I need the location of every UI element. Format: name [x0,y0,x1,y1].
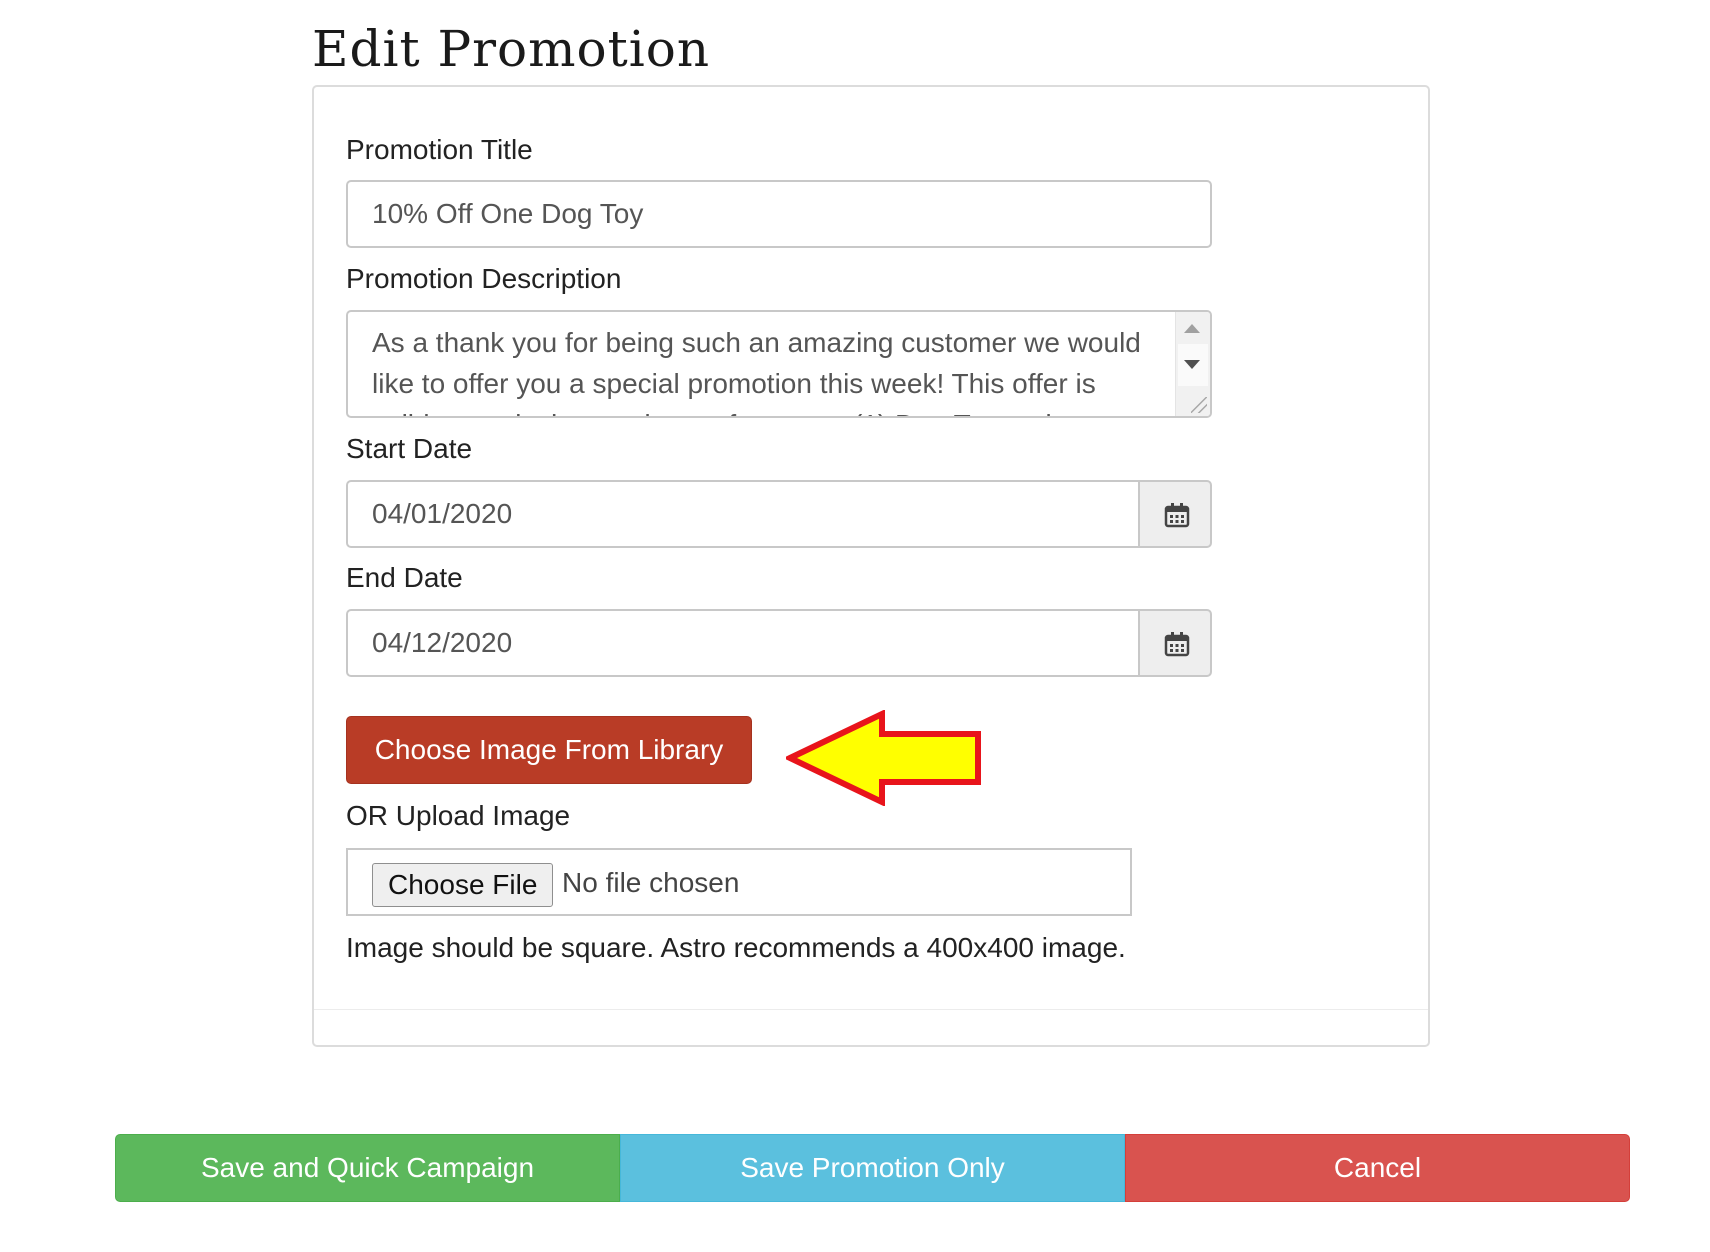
page-title: Edit Promotion [312,20,711,78]
promotion-title-input[interactable]: 10% Off One Dog Toy [346,180,1212,248]
file-upload-field[interactable]: Choose File No file chosen [346,848,1132,916]
file-status-text: No file chosen [562,867,740,898]
end-date-label: End Date [346,562,463,593]
cancel-button[interactable]: Cancel [1125,1134,1630,1202]
upload-image-label: OR Upload Image [346,800,571,831]
panel-divider [314,1009,1428,1010]
promotion-description-textarea[interactable]: As a thank you for being such an amazing… [346,310,1212,418]
resize-grip-icon[interactable] [1191,397,1207,413]
choose-image-from-library-button[interactable]: Choose Image From Library [346,716,752,784]
end-date-group: 04/12/2020 [346,609,1212,677]
arrow-left-icon [786,710,981,806]
save-promotion-only-button[interactable]: Save Promotion Only [620,1134,1125,1202]
calendar-icon [1164,632,1190,657]
end-date-picker-button[interactable] [1138,609,1212,677]
start-date-label: Start Date [346,433,473,464]
promotion-title-label: Promotion Title [346,134,533,165]
save-and-quick-campaign-button[interactable]: Save and Quick Campaign [115,1134,620,1202]
end-date-value: 04/12/2020 [372,627,513,658]
calendar-icon [1164,503,1190,528]
end-date-input[interactable]: 04/12/2020 [346,609,1140,677]
promotion-description-label: Promotion Description [346,263,622,294]
scroll-down-icon[interactable] [1184,360,1200,369]
image-help-text: Image should be square. Astro recommends… [346,932,1126,963]
choose-file-button[interactable]: Choose File [372,863,554,907]
start-date-input[interactable]: 04/01/2020 [346,480,1140,548]
promotion-description-value: As a thank you for being such an amazing… [372,327,1141,416]
start-date-picker-button[interactable] [1138,480,1212,548]
start-date-group: 04/01/2020 [346,480,1212,548]
promotion-title-value: 10% Off One Dog Toy [372,198,644,229]
start-date-value: 04/01/2020 [372,498,513,529]
scroll-up-icon[interactable] [1184,324,1200,333]
